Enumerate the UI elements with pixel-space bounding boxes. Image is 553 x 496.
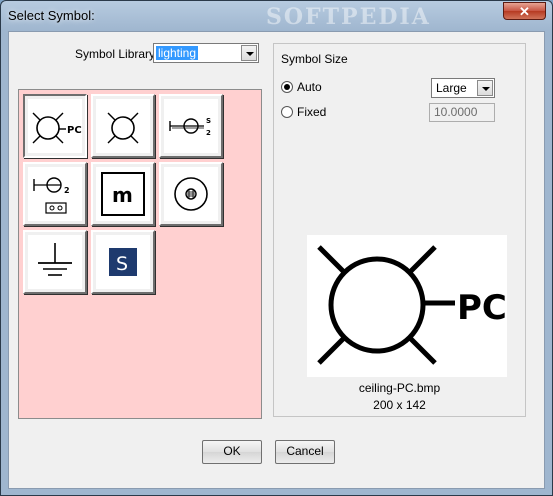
earth-ground-icon — [28, 235, 82, 289]
cancel-button[interactable]: Cancel — [275, 440, 335, 464]
symbol-tile-downlight[interactable] — [159, 162, 223, 226]
close-button[interactable]: ✕ — [503, 2, 546, 20]
wall-light-2-switch-icon: 2 — [28, 167, 82, 221]
select-symbol-window: Select Symbol: SOFTPEDIA ✕ Symbol Librar… — [0, 0, 553, 496]
svg-text:2: 2 — [206, 129, 211, 137]
downlight-icon — [164, 167, 218, 221]
ceiling-light-pc-icon: PC — [317, 245, 507, 365]
fixed-radio[interactable] — [281, 106, 293, 118]
symbol-tile-wall-2-switch[interactable]: 2 — [23, 162, 87, 226]
svg-text:m: m — [112, 183, 133, 207]
preview-dimensions: 200 x 142 — [373, 398, 426, 412]
fixed-radio-label[interactable]: Fixed — [297, 105, 326, 119]
title-bar[interactable]: Select Symbol: SOFTPEDIA ✕ — [1, 1, 552, 31]
m-box-icon: m — [96, 167, 150, 221]
close-icon: ✕ — [519, 4, 530, 19]
symbol-tile-earth-ground[interactable] — [23, 230, 87, 294]
ceiling-light-icon — [96, 99, 150, 153]
chevron-down-icon[interactable] — [477, 80, 493, 96]
symbol-library-value: lighting — [156, 46, 199, 60]
svg-text:S: S — [116, 253, 128, 275]
fixed-size-input[interactable]: 10.0000 — [429, 103, 495, 122]
size-select[interactable]: Large — [431, 78, 495, 98]
svg-text:PC: PC — [67, 125, 82, 136]
symbol-size-label: Symbol Size — [281, 52, 348, 66]
symbol-tile-ceiling[interactable] — [91, 94, 155, 158]
window-title: Select Symbol: — [8, 8, 95, 23]
symbol-library-label: Symbol Library — [75, 47, 156, 61]
svg-text:S: S — [206, 117, 211, 125]
ceiling-light-pc-icon: PC — [28, 99, 82, 153]
symbol-tile-m-box[interactable]: m — [91, 162, 155, 226]
wall-light-s2-icon: S 2 — [164, 99, 218, 153]
auto-radio[interactable] — [281, 81, 293, 93]
svg-text:2: 2 — [64, 186, 70, 195]
ok-button[interactable]: OK — [202, 440, 262, 464]
chevron-down-icon[interactable] — [241, 45, 257, 61]
preview-filename: ceiling-PC.bmp — [358, 381, 441, 395]
symbol-library-select[interactable]: lighting — [153, 43, 259, 63]
size-select-value: Large — [436, 81, 467, 95]
symbol-palette: PC S 2 2 m S — [18, 89, 262, 419]
watermark: SOFTPEDIA — [266, 4, 431, 30]
symbol-tile-s-logo[interactable]: S — [91, 230, 155, 294]
symbol-tile-wall-s2[interactable]: S 2 — [159, 94, 223, 158]
svg-text:PC: PC — [457, 288, 507, 328]
s-logo-icon: S — [96, 235, 150, 289]
auto-radio-label[interactable]: Auto — [297, 80, 322, 94]
symbol-tile-ceiling-pc[interactable]: PC — [23, 94, 87, 158]
symbol-preview: PC — [307, 235, 507, 377]
